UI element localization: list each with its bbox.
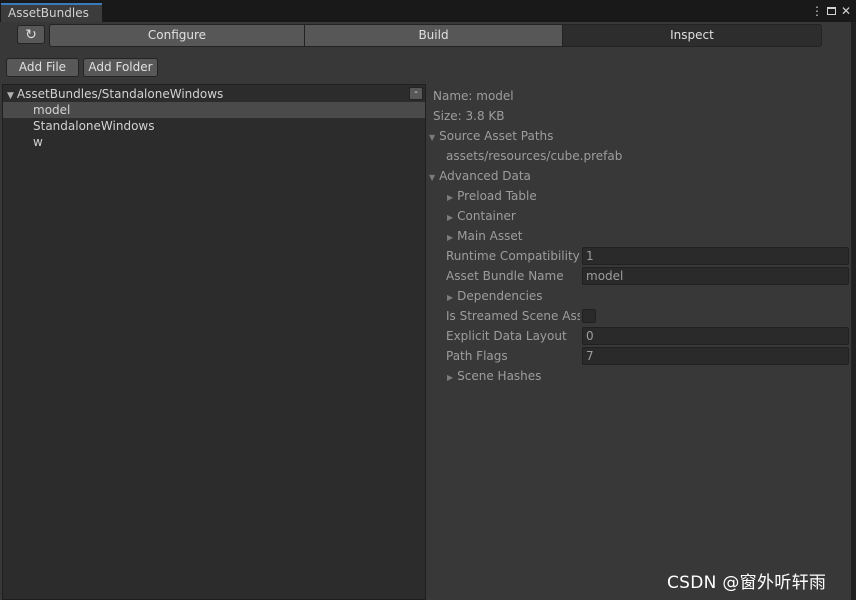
asset-bundle-name-label: Asset Bundle Name [446,269,564,283]
scene-hashes-foldout[interactable]: ▶ Scene Hashes [447,366,541,386]
explicit-data-layout-label: Explicit Data Layout [446,329,567,343]
asset-bundle-name-field[interactable]: model [582,267,849,285]
csdn-watermark: CSDN @窗外听轩雨 [667,573,827,593]
foldout-label: Dependencies [457,289,543,303]
runtime-compatibility-field[interactable]: 1 [582,247,849,265]
assetbundles-window-tab[interactable]: AssetBundles [1,3,102,22]
is-streamed-scene-label: Is Streamed Scene Asse [446,309,580,323]
background-window-edge [851,22,856,600]
inspect-panel: Name: model Size: 3.8 KB ▼ Source Asset P… [428,84,851,600]
main-asset-foldout[interactable]: ▶ Main Asset [447,226,522,246]
add-folder-button[interactable]: Add Folder [83,58,158,77]
expanded-triangle-icon: ▼ [429,173,436,182]
foldout-label: Advanced Data [439,169,531,183]
source-asset-paths-foldout[interactable]: ▼ Source Asset Paths [429,126,553,146]
tree-item-label: w [33,135,43,149]
window-tab-label: AssetBundles [8,6,89,20]
tree-item-w[interactable]: w [3,134,425,150]
runtime-compatibility-label: Runtime Compatibility [446,249,580,263]
collapsed-triangle-icon: ▶ [447,213,454,222]
container-foldout[interactable]: ▶ Container [447,206,516,226]
bundle-tree-panel: ▼ AssetBundles/StandaloneWindows - model … [2,84,426,600]
advanced-data-foldout[interactable]: ▼ Advanced Data [429,166,531,186]
preload-table-foldout[interactable]: ▶ Preload Table [447,186,537,206]
maximize-icon[interactable] [827,7,836,15]
tree-item-label: model [33,103,71,117]
refresh-icon: ↻ [25,26,37,43]
collapsed-triangle-icon: ▶ [447,193,454,202]
refresh-button[interactable]: ↻ [17,25,45,44]
tab-build-label: Build [418,28,449,42]
explicit-data-layout-field[interactable]: 0 [582,327,849,345]
tab-configure-label: Configure [147,28,207,42]
foldout-label: Scene Hashes [457,369,542,383]
collapsed-triangle-icon: ▶ [447,373,454,382]
collapsed-triangle-icon: ▶ [447,233,454,242]
add-file-button[interactable]: Add File [6,58,79,77]
tree-item-model[interactable]: model [3,102,425,118]
tab-inspect[interactable]: Inspect [562,24,822,47]
path-flags-field[interactable]: 7 [582,347,849,365]
foldout-label: Preload Table [457,189,537,203]
tree-item-label: StandaloneWindows [33,119,155,133]
tab-inspect-label: Inspect [670,28,714,42]
bundle-name-text: Name: model [433,89,514,103]
tab-configure[interactable]: Configure [49,24,305,47]
foldout-label: Source Asset Paths [439,129,554,143]
window-controls: ⋮ ✕ [811,2,852,20]
tab-build[interactable]: Build [304,24,563,47]
path-flags-label: Path Flags [446,349,508,363]
tree-root-row[interactable]: ▼ AssetBundles/StandaloneWindows [7,86,223,102]
assetbundles-window: ↻ Configure Build Inspect Add File Add F… [0,22,851,600]
bundle-size-text: Size: 3.8 KB [433,109,505,123]
tree-item-standalonewindows[interactable]: StandaloneWindows [3,118,425,134]
is-streamed-scene-checkbox[interactable] [582,309,596,323]
foldout-label: Main Asset [457,229,523,243]
kebab-menu-icon[interactable]: ⋮ [811,3,823,19]
foldout-label: Container [457,209,516,223]
collapse-button[interactable]: - [409,87,423,100]
collapsed-triangle-icon: ▶ [447,293,454,302]
expanded-triangle-icon: ▼ [429,133,436,142]
close-icon[interactable]: ✕ [840,3,852,19]
window-title-bar: AssetBundles ⋮ ✕ [0,0,856,22]
tree-root-label: AssetBundles/StandaloneWindows [16,87,224,101]
dependencies-foldout[interactable]: ▶ Dependencies [447,286,543,306]
source-asset-path-text: assets/resources/cube.prefab [446,149,623,163]
